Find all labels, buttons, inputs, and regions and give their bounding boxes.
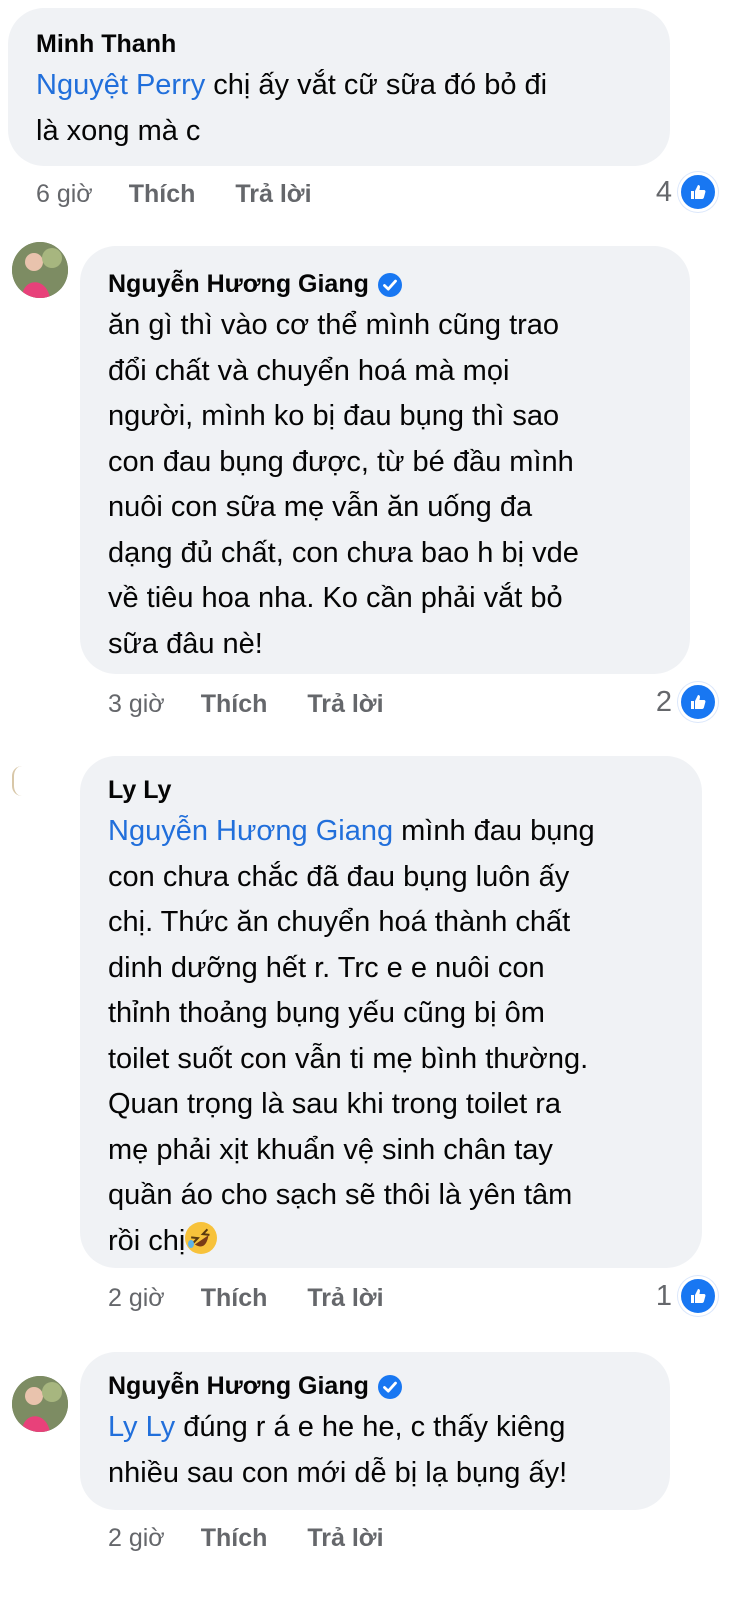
reply-button[interactable]: Trả lời bbox=[307, 1284, 383, 1313]
reply-button[interactable]: Trả lời bbox=[307, 1524, 383, 1553]
thumbs-up-icon bbox=[678, 682, 718, 722]
reaction-number: 1 bbox=[655, 1279, 672, 1312]
like-button[interactable]: Thích bbox=[201, 690, 268, 719]
comment-bubble: Nguyễn Hương Giang ăn gì thì vào cơ thể … bbox=[80, 246, 690, 674]
thumbs-up-icon bbox=[678, 1276, 718, 1316]
thread-line bbox=[12, 766, 24, 796]
comment-time[interactable]: 2 giờ bbox=[108, 1284, 165, 1313]
mention-link[interactable]: Ly Ly bbox=[108, 1411, 175, 1443]
avatar[interactable] bbox=[12, 1376, 68, 1432]
comment-author[interactable]: Ly Ly bbox=[108, 776, 674, 805]
verified-badge-icon bbox=[377, 1374, 403, 1400]
mention-link[interactable]: Nguyễn Hương Giang bbox=[108, 815, 393, 847]
like-button[interactable]: Thích bbox=[201, 1284, 268, 1313]
comment-bubble: Ly Ly Nguyễn Hương Giang mình đau bụng c… bbox=[80, 756, 702, 1268]
comment-meta: 2 giờ Thích Trả lời bbox=[108, 1284, 424, 1313]
verified-badge-icon bbox=[377, 272, 403, 298]
avatar[interactable] bbox=[12, 242, 68, 298]
comment-text: Ly Ly đúng r á e he he, c thấy kiêng nhi… bbox=[108, 1411, 568, 1489]
comment-text: ăn gì thì vào cơ thể mình cũng trao đổi … bbox=[108, 309, 579, 660]
reaction-count[interactable]: 1 bbox=[656, 1276, 718, 1316]
comment-time[interactable]: 6 giờ bbox=[36, 180, 93, 209]
thumbs-up-icon bbox=[678, 172, 718, 212]
comment-meta: 3 giờ Thích Trả lời bbox=[108, 690, 424, 719]
comment-time[interactable]: 2 giờ bbox=[108, 1524, 165, 1553]
comment-time[interactable]: 3 giờ bbox=[108, 690, 165, 719]
comment-bubble: Nguyễn Hương Giang Ly Ly đúng r á e he h… bbox=[80, 1352, 670, 1510]
comment-bubble: Minh Thanh Nguyệt Perry chị ấy vắt cữ sữ… bbox=[8, 8, 670, 166]
rolling-on-floor-laughing-emoji bbox=[185, 1221, 218, 1254]
reply-button[interactable]: Trả lời bbox=[307, 690, 383, 719]
comment-text: Nguyễn Hương Giang mình đau bụng con chư… bbox=[108, 815, 595, 1257]
comment-meta: 6 giờ Thích Trả lời bbox=[36, 180, 352, 209]
reaction-number: 4 bbox=[655, 175, 672, 208]
reply-button[interactable]: Trả lời bbox=[235, 180, 311, 209]
like-button[interactable]: Thích bbox=[129, 180, 196, 209]
mention-link[interactable]: Nguyệt Perry bbox=[36, 69, 205, 101]
comment-text: Nguyệt Perry chị ấy vắt cữ sữa đó bỏ đi … bbox=[36, 69, 548, 147]
comment-meta: 2 giờ Thích Trả lời bbox=[108, 1524, 424, 1553]
reaction-number: 2 bbox=[655, 685, 672, 718]
like-button[interactable]: Thích bbox=[201, 1524, 268, 1553]
reaction-count[interactable]: 4 bbox=[656, 172, 718, 212]
reaction-count[interactable]: 2 bbox=[656, 682, 718, 722]
comment-author[interactable]: Nguyễn Hương Giang bbox=[108, 1372, 369, 1401]
comment-author[interactable]: Minh Thanh bbox=[36, 30, 642, 59]
comment-author[interactable]: Nguyễn Hương Giang bbox=[108, 270, 369, 299]
